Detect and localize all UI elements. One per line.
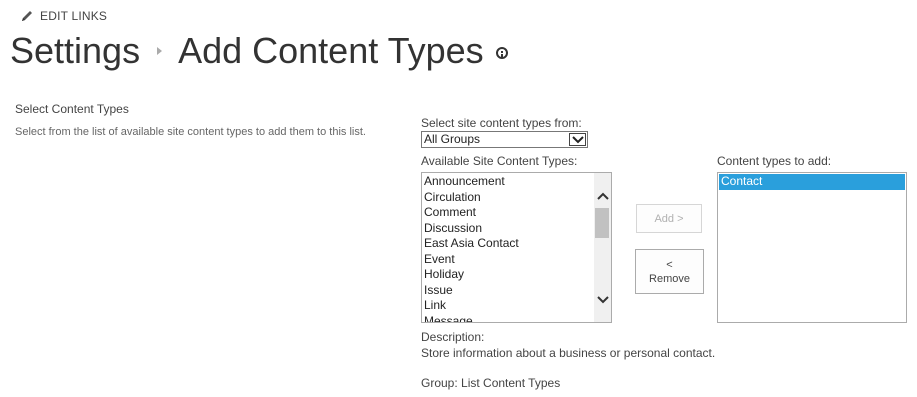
page-title: Add Content Types bbox=[178, 30, 484, 71]
available-list-item[interactable]: Holiday bbox=[422, 267, 594, 283]
breadcrumb: Settings Add Content Types bbox=[10, 31, 508, 71]
available-list-item[interactable]: Message bbox=[422, 314, 594, 323]
available-content-types-list[interactable]: Announcement Circulation Comment Discussion… bbox=[421, 172, 612, 323]
breadcrumb-settings-link[interactable]: Settings bbox=[10, 31, 140, 71]
available-list-item[interactable]: Discussion bbox=[422, 221, 594, 237]
remove-button[interactable]: < Remove bbox=[635, 249, 704, 294]
source-select-label: Select site content types from: bbox=[421, 116, 582, 130]
available-list-item[interactable]: Circulation bbox=[422, 190, 594, 206]
available-list-item[interactable]: East Asia Contact bbox=[422, 236, 594, 252]
scroll-down-icon[interactable] bbox=[594, 291, 611, 308]
section-heading: Select Content Types bbox=[15, 102, 129, 116]
remove-button-arrow: < bbox=[666, 258, 673, 271]
scrollbar-thumb[interactable] bbox=[595, 208, 609, 238]
available-list-item[interactable]: Link bbox=[422, 298, 594, 314]
content-types-to-add-list[interactable]: Contact bbox=[717, 172, 907, 323]
scroll-up-icon[interactable] bbox=[594, 187, 611, 204]
group-select-value: All Groups bbox=[424, 132, 481, 146]
group-text: Group: List Content Types bbox=[421, 376, 561, 390]
available-list-label: Available Site Content Types: bbox=[421, 154, 578, 168]
available-list-item[interactable]: Event bbox=[422, 252, 594, 268]
to-add-list-label: Content types to add: bbox=[717, 154, 832, 168]
info-icon[interactable] bbox=[495, 47, 508, 59]
edit-links-label: EDIT LINKS bbox=[40, 9, 108, 23]
section-description: Select from the list of available site c… bbox=[15, 126, 366, 138]
description-label: Description: bbox=[421, 330, 485, 344]
edit-links-button[interactable]: EDIT LINKS bbox=[20, 9, 107, 23]
chevron-down-icon[interactable] bbox=[569, 133, 586, 146]
available-list-scrollbar[interactable] bbox=[594, 173, 611, 322]
available-list-item[interactable]: Comment bbox=[422, 205, 594, 221]
available-list-item[interactable]: Announcement bbox=[422, 174, 594, 190]
remove-button-label: Remove bbox=[649, 272, 690, 285]
breadcrumb-separator-icon bbox=[150, 47, 168, 55]
content-type-group-select[interactable]: All Groups bbox=[421, 131, 588, 148]
description-text: Store information about a business or pe… bbox=[421, 346, 716, 360]
to-add-list-item[interactable]: Contact bbox=[719, 174, 905, 190]
add-button[interactable]: Add > bbox=[636, 204, 702, 233]
pencil-icon bbox=[22, 11, 32, 21]
available-list-item[interactable]: Issue bbox=[422, 283, 594, 299]
